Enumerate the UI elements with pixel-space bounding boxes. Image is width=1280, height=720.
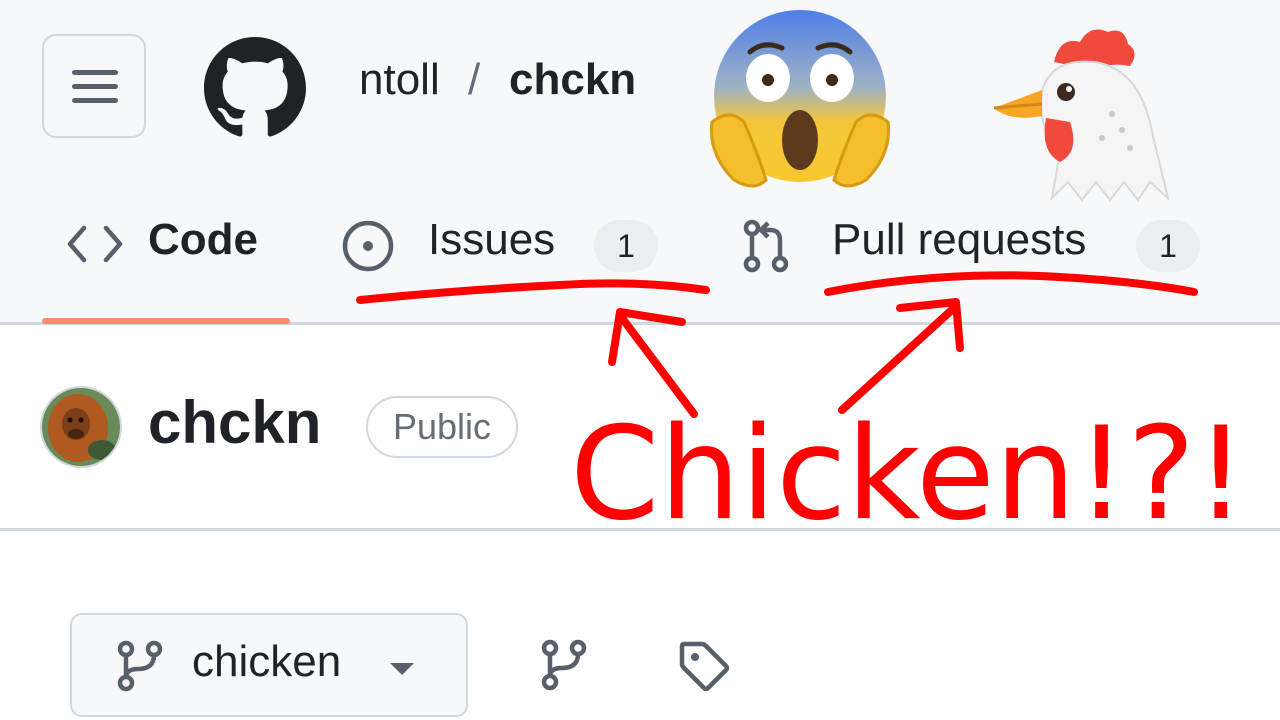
orangutan-avatar (42, 388, 120, 466)
visibility-badge: Public (366, 396, 518, 458)
current-branch-label: chicken (192, 637, 342, 686)
code-icon (67, 225, 123, 263)
face-screaming-in-fear-emoji (709, 10, 891, 188)
owner-avatar[interactable] (40, 386, 122, 468)
hamburger-icon (72, 70, 118, 75)
arrow-to-issues (608, 308, 698, 418)
issues-counter: 1 (594, 220, 658, 272)
git-pull-request-icon (743, 219, 789, 273)
repo-owner-link[interactable]: ntoll (359, 55, 440, 105)
path-separator: / (468, 55, 481, 104)
chicken-emoji (993, 29, 1170, 202)
section-divider (0, 528, 1280, 531)
branch-select-button[interactable]: chicken (70, 613, 468, 717)
git-branch-icon (117, 640, 163, 692)
issue-opened-icon (342, 220, 394, 272)
tag-icon[interactable] (676, 638, 732, 694)
repo-title[interactable]: chckn (148, 388, 321, 457)
triangle-down-icon (390, 663, 414, 675)
pull-requests-counter: 1 (1136, 220, 1200, 272)
branches-link-icon[interactable] (540, 638, 588, 692)
github-logo-icon[interactable] (204, 37, 306, 139)
tab-code[interactable]: Code (148, 215, 258, 265)
tab-issues[interactable]: Issues (428, 215, 555, 265)
selected-tab-indicator (42, 318, 290, 324)
repo-name-link[interactable]: chckn (509, 55, 636, 105)
tab-pull-requests[interactable]: Pull requests (832, 215, 1086, 265)
annotation-text: Chicken!?! (570, 400, 1246, 549)
menu-button[interactable] (42, 34, 146, 138)
